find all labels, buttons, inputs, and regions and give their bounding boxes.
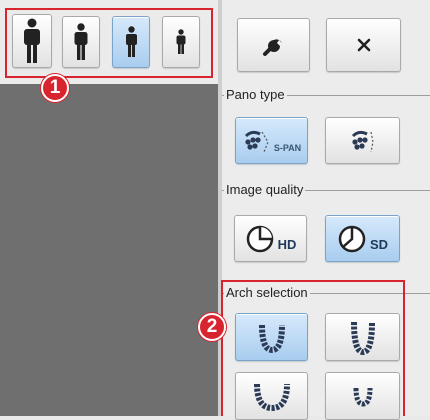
- arch-wide-button[interactable]: [235, 372, 308, 420]
- arch-tall-button[interactable]: [325, 313, 400, 361]
- arch-small-icon: [353, 387, 372, 407]
- image-viewport: [0, 84, 220, 416]
- arch-wide-icon: [253, 383, 290, 412]
- callout-number: 2: [206, 316, 218, 337]
- pano-type-s-pan-button[interactable]: S-PAN: [235, 117, 308, 164]
- callout-badge-1: 1: [41, 74, 69, 102]
- image-quality-label: Image quality: [224, 182, 306, 197]
- arch-small-button[interactable]: [325, 372, 400, 420]
- quality-sd-button[interactable]: SD: [325, 215, 400, 262]
- wrench-icon: [262, 39, 282, 56]
- pano-type-standard-button[interactable]: [325, 117, 400, 164]
- patient-size-child-button[interactable]: [162, 16, 200, 68]
- patient-size-small-button[interactable]: [112, 16, 150, 68]
- quality-sd-icon: [338, 225, 366, 252]
- patient-size-medium-button[interactable]: [62, 16, 100, 68]
- close-button[interactable]: [326, 18, 401, 72]
- hd-text: HD: [277, 237, 297, 252]
- quality-hd-button[interactable]: HD: [234, 215, 307, 262]
- callout-badge-2: 2: [198, 313, 226, 341]
- arch-tall-icon: [350, 321, 375, 355]
- sd-text: SD: [369, 237, 389, 252]
- patient-small-icon: [125, 26, 137, 57]
- patient-size-large-button[interactable]: [12, 14, 52, 68]
- arch-narrow-icon: [258, 324, 285, 354]
- s-pan-icon: [244, 130, 269, 152]
- settings-button[interactable]: [237, 18, 310, 72]
- quality-hd-icon: [246, 225, 273, 252]
- patient-large-icon: [24, 18, 40, 63]
- patient-medium-icon: [74, 23, 88, 60]
- patient-child-icon: [176, 29, 186, 54]
- pano-standard-icon: [351, 130, 374, 152]
- arch-narrow-button[interactable]: [235, 313, 308, 361]
- callout-number: 1: [49, 77, 61, 98]
- arch-selection-label: Arch selection: [224, 285, 310, 300]
- s-pan-text: S-PAN: [273, 142, 302, 153]
- close-icon: [357, 38, 370, 52]
- pano-type-label: Pano type: [224, 87, 287, 102]
